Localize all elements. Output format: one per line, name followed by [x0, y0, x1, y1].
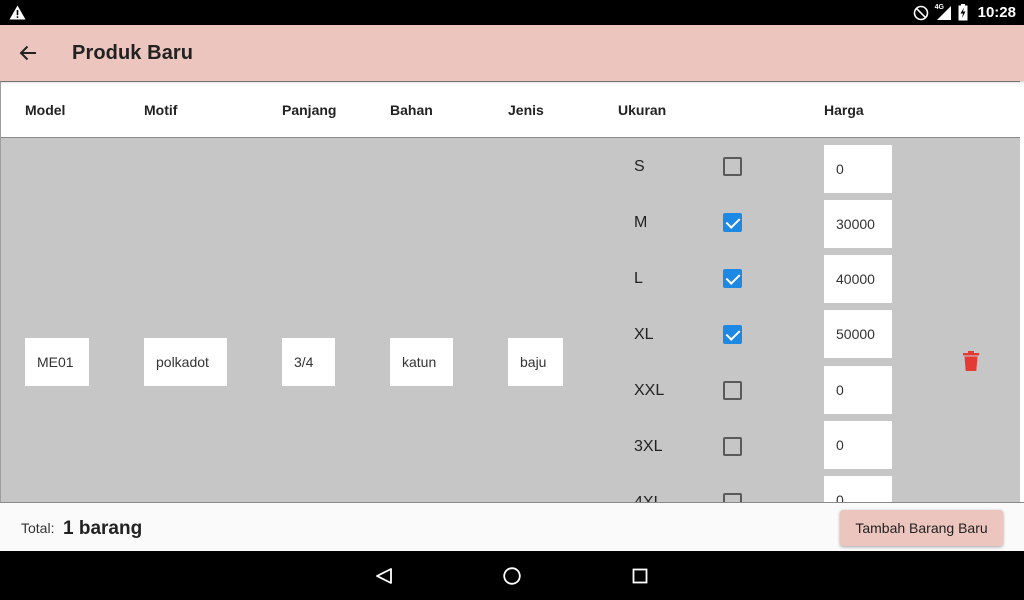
- header-panjang: Panjang: [282, 102, 337, 118]
- price-field-xxl[interactable]: 0: [824, 366, 892, 414]
- price-field-l[interactable]: 40000: [824, 255, 892, 303]
- price-field-s[interactable]: 0: [824, 145, 892, 193]
- header-ukuran: Ukuran: [618, 102, 667, 118]
- size-checkbox-m[interactable]: [723, 213, 742, 232]
- add-item-button[interactable]: Tambah Barang Baru: [840, 510, 1003, 546]
- size-checkbox-s[interactable]: [723, 157, 742, 176]
- header-harga: Harga: [824, 102, 864, 118]
- jenis-field[interactable]: baju: [508, 338, 563, 386]
- header-motif: Motif: [144, 102, 178, 118]
- status-bar: 4G 10:28: [0, 0, 1024, 25]
- nav-recents-button[interactable]: [629, 565, 651, 587]
- size-label-m: M: [634, 214, 648, 231]
- panjang-field[interactable]: 3/4: [282, 338, 335, 386]
- table-header: Model Motif Panjang Bahan Jenis Ukuran H…: [1, 81, 1020, 138]
- trash-icon[interactable]: [961, 350, 981, 372]
- price-field-m[interactable]: 30000: [824, 200, 892, 248]
- total-value: 1 barang: [63, 518, 143, 539]
- total-label: Total:: [21, 520, 55, 536]
- size-checkbox-3xl[interactable]: [723, 437, 742, 456]
- table-row: ME01 polkadot 3/4 katun baju S 0 M 30000…: [1, 138, 1020, 502]
- price-field-xl[interactable]: 50000: [824, 310, 892, 358]
- signal-icon: 4G: [934, 3, 952, 21]
- back-button[interactable]: [12, 37, 44, 69]
- header-model: Model: [25, 102, 66, 118]
- size-label-4xl: 4XL: [634, 494, 662, 502]
- size-checkbox-xxl[interactable]: [723, 381, 742, 400]
- nav-recents-icon: [632, 568, 648, 584]
- battery-charging-icon: [958, 4, 968, 21]
- price-field-3xl[interactable]: 0: [824, 421, 892, 469]
- nav-home-icon: [503, 567, 521, 585]
- nav-back-icon: [376, 568, 392, 584]
- product-table: Model Motif Panjang Bahan Jenis Ukuran H…: [0, 81, 1024, 502]
- status-time: 10:28: [977, 4, 1016, 21]
- network-type-label: 4G: [934, 3, 944, 11]
- do-not-disturb-icon: [913, 5, 929, 21]
- size-label-3xl: 3XL: [634, 438, 663, 455]
- size-label-xxl: XXL: [634, 382, 665, 399]
- size-checkbox-xl[interactable]: [723, 325, 742, 344]
- header-bahan: Bahan: [390, 102, 433, 118]
- size-checkbox-l[interactable]: [723, 269, 742, 288]
- page-title: Produk Baru: [72, 42, 194, 64]
- model-field[interactable]: ME01: [25, 338, 89, 386]
- arrow-back-icon: [19, 45, 36, 61]
- size-checkbox-4xl[interactable]: [723, 493, 742, 502]
- size-label-l: L: [634, 270, 643, 287]
- warning-icon: [9, 5, 26, 20]
- motif-field[interactable]: polkadot: [144, 338, 227, 386]
- size-label-s: S: [634, 158, 645, 175]
- footer-bar: Total: 1 barang Tambah Barang Baru: [0, 502, 1024, 551]
- system-nav-bar: [0, 551, 1024, 600]
- bahan-field[interactable]: katun: [390, 338, 453, 386]
- app-bar: Produk Baru: [0, 25, 1024, 81]
- header-jenis: Jenis: [508, 102, 544, 118]
- nav-back-button[interactable]: [373, 565, 395, 587]
- price-field-4xl[interactable]: 0: [824, 476, 892, 502]
- size-label-xl: XL: [634, 326, 654, 343]
- nav-home-button[interactable]: [501, 565, 523, 587]
